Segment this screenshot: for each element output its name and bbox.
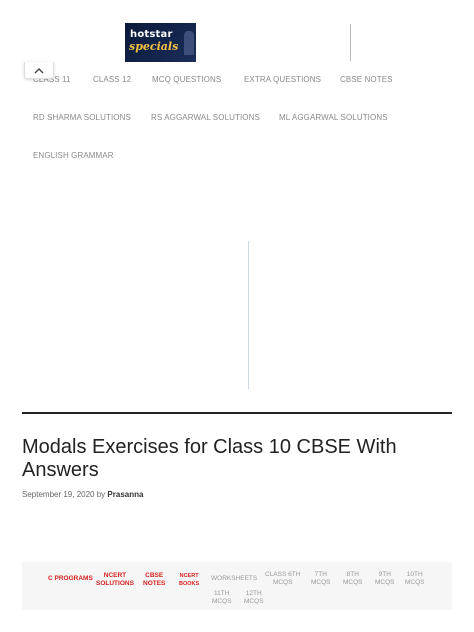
bottom-nav-label: 8TH <box>346 571 359 578</box>
nav-english-grammar[interactable]: ENGLISH GRAMMAR <box>33 151 114 160</box>
post-date: September 19, 2020 <box>22 490 95 499</box>
post-meta: September 19, 2020 by Prasanna <box>22 490 143 499</box>
bottom-nav-worksheets[interactable]: WORKSHEETS <box>211 575 257 583</box>
nav-ml-aggarwal[interactable]: ML AGGARWAL SOLUTIONS <box>279 113 388 122</box>
chevron-up-icon <box>34 67 44 73</box>
bottom-nav-11th-mcqs[interactable]: 11TH MCQS <box>212 590 232 606</box>
bottom-nav-9th-mcqs[interactable]: 9TH MCQS <box>375 571 395 587</box>
ad-sub: specials <box>129 40 179 53</box>
page-title: Modals Exercises for Class 10 CBSE With … <box>22 436 397 481</box>
bottom-nav-label: MCQS <box>272 579 293 586</box>
bottom-nav-label: WORKSHEETS <box>211 575 258 582</box>
bottom-nav-label: MCQS <box>375 579 395 586</box>
bottom-nav-label: SOLUTIONS <box>96 580 134 587</box>
bottom-nav-label: MCQS <box>244 598 264 605</box>
bottom-nav-label: 9TH <box>378 571 391 578</box>
bottom-nav-7th-mcqs[interactable]: 7TH MCQS <box>311 571 331 587</box>
bottom-nav-label: NOTES <box>143 580 166 587</box>
bottom-nav-label: BOOKS <box>179 581 200 587</box>
bottom-nav-label: CBSE <box>145 572 164 579</box>
bottom-nav-label: 11TH <box>214 590 230 597</box>
nav-rd-sharma[interactable]: RD SHARMA SOLUTIONS <box>33 113 131 122</box>
bottom-nav-ncert-solutions[interactable]: NCERT SOLUTIONS <box>96 572 134 588</box>
ad-banner[interactable]: hotstar specials <box>125 23 196 62</box>
post-by: by <box>96 490 106 499</box>
nav-mcq-questions[interactable]: MCQ QUESTIONS <box>152 75 221 84</box>
bottom-nav-label: C PROGRAMS <box>48 575 93 582</box>
bottom-nav-label: 12TH <box>245 590 262 597</box>
ad-figure-icon <box>184 31 194 55</box>
bottom-nav-cbse-notes[interactable]: CBSE NOTES <box>143 572 165 588</box>
header-divider <box>350 24 351 61</box>
bottom-nav-label: MCQS <box>405 579 425 586</box>
bottom-nav-10th-mcqs[interactable]: 10TH MCQS <box>405 571 425 587</box>
scroll-up-button[interactable] <box>24 62 54 79</box>
bottom-nav-label: MCQS <box>212 598 232 605</box>
bottom-nav-12th-mcqs[interactable]: 12TH MCQS <box>244 590 264 606</box>
bottom-nav-label: MCQS <box>311 579 331 586</box>
bottom-nav-class-6-mcqs[interactable]: CLASS 6TH MCQS <box>265 571 300 587</box>
nav-class-12[interactable]: CLASS 12 <box>93 75 131 84</box>
bottom-nav-label: 7TH <box>314 571 327 578</box>
bottom-nav-label: NCERT <box>179 573 199 579</box>
bottom-nav-8th-mcqs[interactable]: 8TH MCQS <box>343 571 363 587</box>
author-link[interactable]: Prasanna <box>107 490 143 499</box>
bottom-nav-label: 10TH <box>406 571 423 578</box>
bottom-nav-c-programs[interactable]: C PROGRAMS <box>48 575 93 583</box>
bottom-nav-ncert-books[interactable]: NCERT BOOKS <box>179 572 199 588</box>
nav-extra-questions[interactable]: EXTRA QUESTIONS <box>244 75 321 84</box>
ad-brand: hotstar <box>130 29 173 40</box>
bottom-nav: C PROGRAMS NCERT SOLUTIONS CBSE NOTES NC… <box>22 562 452 610</box>
nav-cbse-notes[interactable]: CBSE NOTES <box>340 75 393 84</box>
ad-placeholder-divider <box>248 241 249 389</box>
bottom-nav-label: NCERT <box>103 572 127 579</box>
nav-rs-aggarwal[interactable]: RS AGGARWAL SOLUTIONS <box>151 113 260 122</box>
bottom-nav-label: CLASS 6TH <box>265 571 301 578</box>
bottom-nav-label: MCQS <box>343 579 363 586</box>
content-divider <box>22 412 452 414</box>
